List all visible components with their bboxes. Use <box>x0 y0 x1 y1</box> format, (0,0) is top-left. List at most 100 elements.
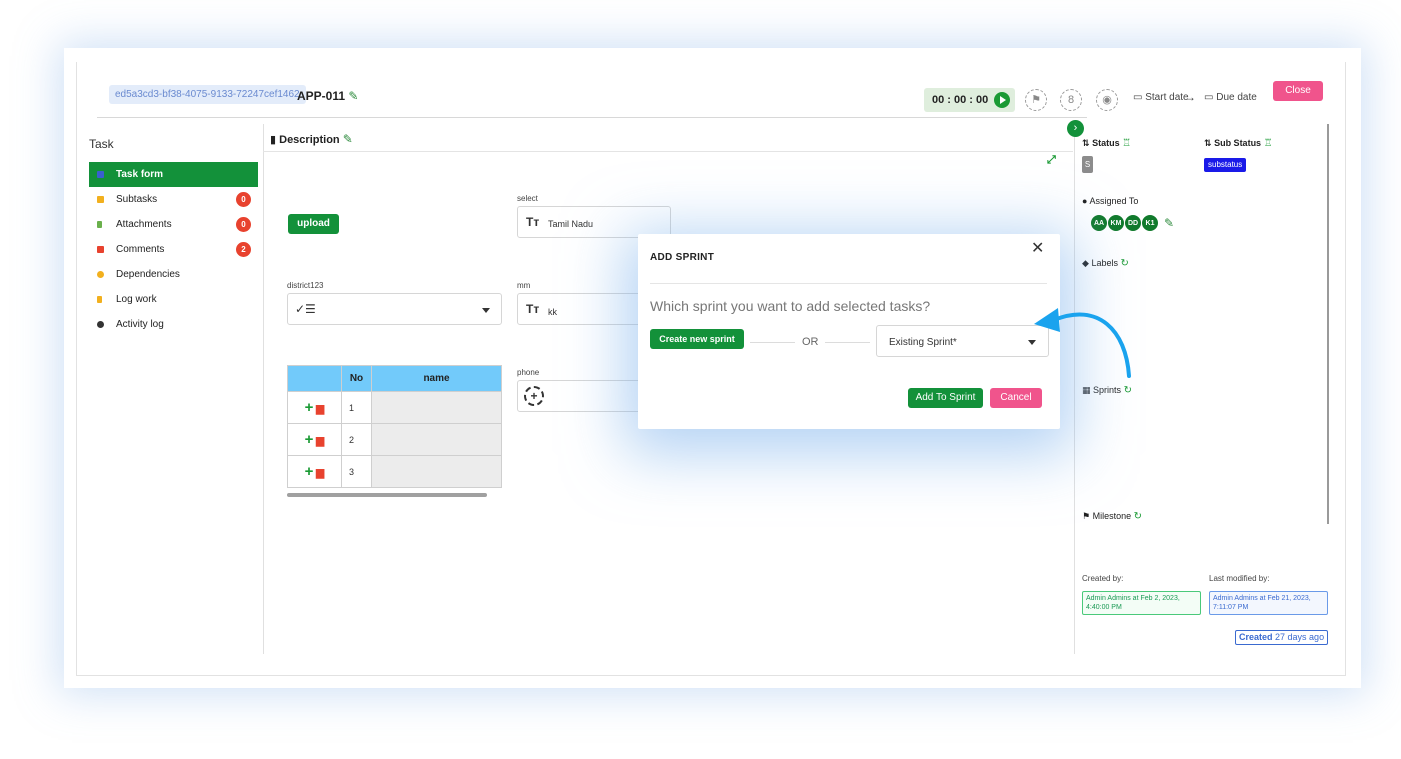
milestone-label: Milestone <box>1092 511 1132 521</box>
assigned-label: Assigned To <box>1089 196 1139 206</box>
description-divider <box>263 151 1073 152</box>
sprints-header: ▦ Sprints ↻ <box>1082 385 1132 396</box>
sidebar-item-task-form[interactable]: Task form <box>89 162 258 187</box>
upload-button[interactable]: upload <box>288 214 339 234</box>
stop-icon[interactable]: ◉ <box>1096 89 1118 111</box>
row-name[interactable] <box>371 423 502 456</box>
sidebar-item-dependencies[interactable]: Dependencies <box>89 262 258 287</box>
sidebar-item-label: Log work <box>116 294 157 305</box>
task-uuid-chip[interactable]: ed5a3cd3-bf38-4075-9133-72247cef1462 <box>109 85 306 104</box>
milestone-header: ⚑ Milestone ↻ <box>1082 511 1142 522</box>
select-label: select <box>517 194 538 203</box>
labels-refresh-icon[interactable]: ↻ <box>1120 258 1128 269</box>
create-new-sprint-button[interactable]: Create new sprint <box>650 329 744 349</box>
sidebar-item-attachments[interactable]: Attachments 0 <box>89 212 258 237</box>
arrow-right-icon: → <box>1184 90 1196 104</box>
modal-close-icon[interactable]: ✕ <box>1031 238 1044 258</box>
delete-row-icon[interactable]: ▆ <box>316 467 324 479</box>
created-age-text: 27 days ago <box>1275 632 1325 642</box>
or-divider-left <box>750 342 795 343</box>
comment-icon <box>97 246 104 253</box>
milestone-refresh-icon[interactable]: ↻ <box>1134 511 1142 522</box>
start-date-label: Start date <box>1145 92 1189 103</box>
modal-title: ADD SPRINT <box>650 252 715 263</box>
table-row: + ▆ 3 <box>287 455 502 488</box>
sidebar-item-subtasks[interactable]: Subtasks 0 <box>89 187 258 212</box>
row-name[interactable] <box>371 455 502 488</box>
hourglass-icon[interactable]: 8 <box>1060 89 1082 111</box>
add-row-icon[interactable]: + <box>305 431 314 448</box>
sub-status-label: Sub Status <box>1214 138 1262 148</box>
district-dropdown[interactable]: ✓☰ <box>287 293 502 325</box>
start-date-field[interactable]: ▭ Start date <box>1133 92 1189 103</box>
avatar[interactable]: AA <box>1090 214 1108 232</box>
status-edit-icon[interactable]: ♖ <box>1122 138 1131 149</box>
existing-sprint-dropdown[interactable]: Existing Sprint* <box>876 325 1049 357</box>
right-panel-scrollbar[interactable] <box>1327 124 1329 524</box>
table-horizontal-scrollbar[interactable] <box>287 493 487 497</box>
sidebar-nav: Task form Subtasks 0 Attachments 0 Comme… <box>89 162 258 337</box>
flag-add-icon[interactable]: ⚑ <box>1025 89 1047 111</box>
table-row: + ▆ 1 <box>287 391 502 424</box>
avatar[interactable]: K1 <box>1141 214 1159 232</box>
table-header-actions <box>287 365 342 392</box>
edit-assignees-icon[interactable]: ✎ <box>1164 216 1174 230</box>
last-modified-value: Admin Admins at Feb 21, 2023, 7:11:07 PM <box>1209 591 1328 615</box>
close-button[interactable]: Close <box>1273 81 1323 101</box>
calendar-icon: ▭ <box>1133 92 1143 103</box>
sidebar-item-log-work[interactable]: Log work <box>89 287 258 312</box>
sidebar-item-label: Attachments <box>116 219 172 230</box>
status-header: ⇅ Status ♖ <box>1082 138 1131 149</box>
checklist-icon: ✓☰ <box>295 302 316 316</box>
play-icon[interactable] <box>994 92 1010 108</box>
add-to-sprint-button[interactable]: Add To Sprint <box>908 388 983 408</box>
edit-pencil-icon[interactable]: ✎ <box>348 89 358 103</box>
edit-pencil-icon[interactable]: ✎ <box>343 132 353 146</box>
sidebar-item-comments[interactable]: Comments 2 <box>89 237 258 262</box>
collapse-panel-icon[interactable]: › <box>1067 120 1084 137</box>
delete-row-icon[interactable]: ▆ <box>316 435 324 447</box>
avatar[interactable]: DD <box>1124 214 1142 232</box>
phone-field[interactable]: + <box>517 380 641 412</box>
dependencies-icon <box>97 271 104 278</box>
created-by-value: Admin Admins at Feb 2, 2023, 4:40:00 PM <box>1082 591 1201 615</box>
due-date-field[interactable]: ▭ Due date <box>1204 92 1257 103</box>
text-type-icon: Tт <box>526 215 540 229</box>
district-label: district123 <box>287 281 324 290</box>
row-name[interactable] <box>371 391 502 424</box>
chevron-down-icon <box>482 308 490 313</box>
sprints-label: Sprints <box>1093 385 1122 395</box>
sidebar-item-label: Subtasks <box>116 194 158 205</box>
status-badge[interactable]: S <box>1082 156 1093 173</box>
user-icon: ● <box>1082 196 1088 206</box>
mm-field[interactable]: Tт kk <box>517 293 641 325</box>
cancel-button[interactable]: Cancel <box>990 388 1042 408</box>
clipboard-icon: ▮ <box>270 134 277 146</box>
sidebar-item-activity-log[interactable]: Activity log <box>89 312 258 337</box>
sub-status-badge[interactable]: substatus <box>1204 158 1247 172</box>
modal-divider <box>650 283 1047 284</box>
expand-icon[interactable]: ⤢ <box>1047 154 1056 167</box>
add-row-icon[interactable]: + <box>305 463 314 480</box>
phone-icon: + <box>524 386 544 406</box>
sub-status-edit-icon[interactable]: ♖ <box>1264 138 1273 149</box>
description-header[interactable]: ▮ Description ✎ <box>270 132 353 146</box>
activity-icon <box>97 321 104 328</box>
flag-icon: ⚑ <box>1082 511 1091 521</box>
add-row-icon[interactable]: + <box>305 399 314 416</box>
created-age-bold: Created <box>1239 632 1273 642</box>
mm-value: kk <box>548 307 557 317</box>
delete-row-icon[interactable]: ▆ <box>316 403 324 415</box>
tag-icon: ◆ <box>1082 258 1089 268</box>
sub-status-header: ⇅ Sub Status ♖ <box>1204 138 1273 149</box>
count-badge: 2 <box>236 242 251 257</box>
calendar-icon: ▭ <box>1204 92 1214 103</box>
or-label: OR <box>802 336 819 348</box>
task-key: APP-011 <box>297 89 346 103</box>
table-header-name: name <box>371 365 502 392</box>
avatar[interactable]: KM <box>1107 214 1125 232</box>
sprints-refresh-icon[interactable]: ↻ <box>1124 385 1132 396</box>
existing-sprint-placeholder: Existing Sprint* <box>889 337 957 348</box>
row-no: 1 <box>341 391 372 424</box>
form-icon <box>97 171 104 178</box>
